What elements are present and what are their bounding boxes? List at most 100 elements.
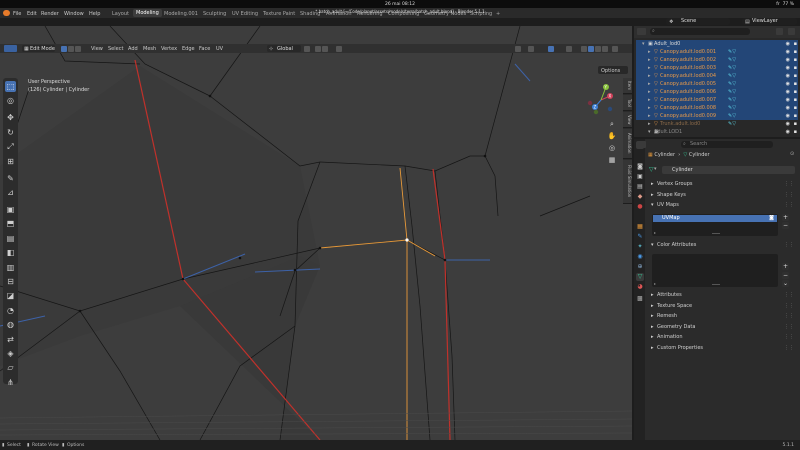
tab-uv-editing[interactable]: UV Editing	[232, 11, 258, 17]
mesh-edit-canvas[interactable]	[0, 26, 632, 440]
drag-handle-icon[interactable]: ⋮⋮	[784, 180, 794, 189]
zoom-icon[interactable]: ⌕	[606, 119, 618, 130]
visibility-eye-icon[interactable]: ◉	[786, 120, 790, 128]
tab-animation[interactable]: Animation	[326, 11, 352, 17]
render-camera-icon[interactable]: ▪	[794, 72, 797, 80]
material-props-icon[interactable]: ◕	[636, 283, 644, 291]
render-camera-icon[interactable]: ▪	[794, 64, 797, 72]
modifier-icon[interactable]: ✎▽	[728, 80, 736, 88]
gizmo-canvas[interactable]: X Y Z	[584, 83, 618, 117]
list-resize-handle[interactable]	[712, 284, 720, 285]
view-layer-props-icon[interactable]: ▤	[636, 183, 644, 191]
modifier-icon[interactable]: ✎▽	[728, 88, 736, 96]
render-camera-icon[interactable]: ▪	[794, 104, 797, 112]
drag-handle-icon[interactable]: ⋮⋮	[784, 241, 794, 250]
color-attributes-list[interactable]: ▸	[652, 254, 778, 287]
expand-arrow-icon[interactable]: ▾	[648, 128, 651, 136]
blender-logo-icon[interactable]	[3, 10, 10, 16]
render-camera-icon[interactable]: ▪	[794, 88, 797, 96]
inset-icon[interactable]: ▤	[5, 233, 16, 244]
menu-edit[interactable]: Edit	[27, 11, 37, 17]
uv-active-render-icon[interactable]: ◙	[769, 215, 774, 222]
outliner-row[interactable]: ▾ ▣ Adult_lod0 ◉ ▪	[636, 40, 798, 48]
modifier-icon[interactable]: ✎▽	[728, 48, 736, 56]
outliner-row[interactable]: ▸ ▽ Canopy.adult.lod0.001 ✎▽ ◉ ▪	[636, 48, 798, 56]
shear-icon[interactable]: ▱	[5, 362, 16, 373]
expand-arrow-icon[interactable]: ▸	[648, 72, 651, 80]
menu-edge[interactable]: Edge	[182, 46, 195, 52]
expand-arrow-icon[interactable]: ▸	[648, 64, 651, 72]
drag-handle-icon[interactable]: ⋮⋮	[784, 344, 794, 353]
visibility-eye-icon[interactable]: ◉	[786, 96, 790, 104]
visibility-eye-icon[interactable]: ◉	[786, 128, 790, 136]
uv-remove-button[interactable]: −	[782, 222, 789, 229]
spin-icon[interactable]: ◔	[5, 305, 16, 316]
expand-arrow-icon[interactable]: ▸	[648, 120, 651, 128]
outliner-row[interactable]: ▸ ▽ Trunk.adult.lod0 ✎▽ ◉ ▪	[636, 120, 798, 128]
extrude-icon[interactable]: ⬒	[5, 218, 16, 229]
render-camera-icon[interactable]: ▪	[794, 80, 797, 88]
proportional-edit-icon[interactable]	[336, 45, 342, 52]
overlay-toggle-icon[interactable]	[548, 45, 554, 52]
physics-props-icon[interactable]: ◉	[636, 253, 644, 261]
output-props-icon[interactable]: ▣	[636, 173, 644, 181]
pan-hand-icon[interactable]: ✋	[606, 131, 618, 142]
panel-animation[interactable]: ▸ Animation ⋮⋮	[648, 333, 796, 342]
outliner-row[interactable]: ▸ ▽ Canopy.adult.lod0.003 ✎▽ ◉ ▪	[636, 64, 798, 72]
tab-compositing[interactable]: Compositing	[388, 11, 419, 17]
mesh-data-props-icon[interactable]: ▽	[636, 273, 644, 281]
scale-icon[interactable]: ⤢	[5, 141, 16, 152]
expand-arrow-icon[interactable]: ▸	[648, 80, 651, 88]
tab-fluid-simulation[interactable]: Fluid Simulation	[623, 160, 632, 204]
panel-uv-maps[interactable]: ▾ UV Maps ⋮⋮	[648, 201, 796, 210]
lang-indicator[interactable]: fr	[776, 2, 779, 7]
panel-vertex-groups[interactable]: ▸ Vertex Groups ⋮⋮	[648, 180, 796, 189]
panel-color-attributes[interactable]: ▾ Color Attributes ⋮⋮	[648, 241, 796, 250]
breadcrumb-mesh[interactable]: Cylinder	[689, 152, 710, 158]
add-cube-icon[interactable]: ▣	[5, 204, 16, 215]
transform-orientation-dropdown[interactable]: ⊹ Global	[267, 45, 301, 52]
list-resize-handle[interactable]	[712, 233, 720, 234]
annotate-icon[interactable]: ✎	[5, 173, 16, 184]
modifier-props-icon[interactable]: ✎	[636, 233, 644, 241]
navigation-gizmo[interactable]: X Y Z	[584, 83, 618, 117]
tab-texture-paint[interactable]: Texture Paint	[263, 11, 295, 17]
mesh-browse-icon[interactable]: ▾	[654, 166, 657, 172]
tab-rendering[interactable]: Rendering	[357, 11, 383, 17]
panel-shape-keys[interactable]: ▸ Shape Keys ⋮⋮	[648, 191, 796, 200]
color-attr-add-button[interactable]: +	[782, 263, 789, 270]
camera-view-icon[interactable]: ◎	[606, 143, 618, 154]
viewport-visibility-icon[interactable]	[515, 45, 521, 52]
xray-toggle-icon[interactable]	[566, 45, 572, 52]
tab-sculpting[interactable]: Sculpting	[203, 11, 226, 17]
expand-arrow-icon[interactable]: ▸	[648, 88, 651, 96]
select-box-icon[interactable]: ⬚	[5, 81, 16, 92]
menu-view[interactable]: View	[91, 46, 103, 52]
menu-uv[interactable]: UV	[216, 46, 223, 52]
render-camera-icon[interactable]: ▪	[794, 48, 797, 56]
measure-icon[interactable]: ⊿	[5, 187, 16, 198]
menu-window[interactable]: Window	[64, 11, 84, 17]
panel-texture-space[interactable]: ▸ Texture Space ⋮⋮	[648, 302, 796, 311]
expand-arrow-icon[interactable]: ▸	[648, 96, 651, 104]
breadcrumb-object[interactable]: Cylinder	[654, 152, 675, 158]
modifier-icon[interactable]: ✎▽	[728, 120, 736, 128]
drag-handle-icon[interactable]: ⋮⋮	[784, 333, 794, 342]
tab-scripting[interactable]: Scripting	[470, 11, 492, 17]
outliner-row[interactable]: ▸ ▽ Canopy.adult.lod0.005 ✎▽ ◉ ▪	[636, 80, 798, 88]
render-camera-icon[interactable]: ▪	[794, 112, 797, 120]
outliner-row[interactable]: ▾ ▣ Adult.LOD1 ◉ ▪	[636, 128, 798, 136]
rip-icon[interactable]: ⋔	[5, 377, 16, 388]
tab-modeling[interactable]: Modeling	[133, 9, 162, 17]
bevel-icon[interactable]: ◧	[5, 247, 16, 258]
expand-arrow-icon[interactable]: ▸	[648, 48, 651, 56]
drag-handle-icon[interactable]: ⋮⋮	[784, 312, 794, 321]
scene-props-icon[interactable]: ◆	[636, 193, 644, 201]
uv-map-row[interactable]: UVMap ◙	[653, 215, 777, 222]
tab-geometry-nodes[interactable]: Geometry Nodes	[424, 11, 466, 17]
modifier-icon[interactable]: ✎▽	[728, 64, 736, 72]
tab-shading[interactable]: Shading	[300, 11, 320, 17]
knife-icon[interactable]: ⊟	[5, 276, 16, 287]
menu-mesh[interactable]: Mesh	[143, 46, 156, 52]
new-collection-icon[interactable]	[788, 28, 795, 35]
